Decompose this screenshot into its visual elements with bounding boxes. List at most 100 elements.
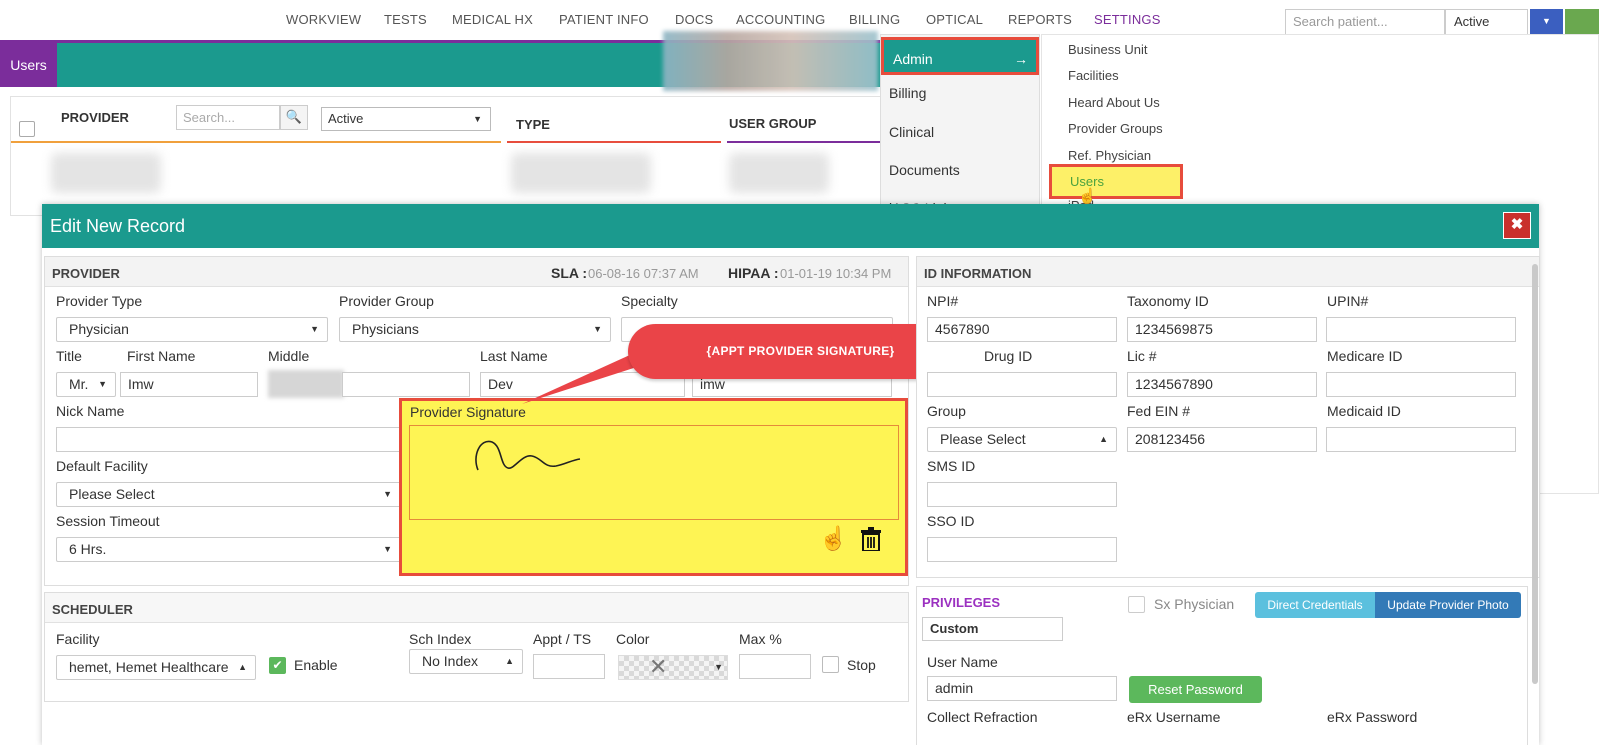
nav-settings[interactable]: SETTINGS [1094, 12, 1161, 27]
column-underline [11, 141, 501, 143]
nav-medical-hx[interactable]: MEDICAL HX [452, 12, 533, 27]
chevron-down-icon: ▼ [593, 324, 602, 334]
nav-optical[interactable]: OPTICAL [926, 12, 983, 27]
menu-item-documents[interactable]: Documents [889, 162, 960, 178]
type-column-header[interactable]: TYPE [516, 117, 550, 132]
nav-patient-info[interactable]: PATIENT INFO [559, 12, 649, 27]
provider-search-input[interactable]: Search... [176, 105, 280, 130]
sch-index-label: Sch Index [409, 631, 472, 647]
submenu-heard-about-us[interactable]: Heard About Us [1068, 95, 1160, 110]
middle-field[interactable] [342, 372, 470, 397]
enable-checkbox[interactable]: ✔ [269, 657, 286, 674]
medicare-field[interactable] [1326, 372, 1516, 397]
first-name-field[interactable]: Imw [120, 372, 258, 397]
nav-accounting[interactable]: ACCOUNTING [736, 12, 825, 27]
chevron-down-icon: ▼ [383, 489, 392, 499]
menu-item-admin[interactable]: Admin → [881, 37, 1039, 75]
trash-icon[interactable] [860, 527, 882, 552]
modal-scrollbar[interactable] [1532, 264, 1538, 684]
patient-status-select[interactable]: Active [1445, 9, 1528, 35]
sch-index-select[interactable]: No Index ▲ [409, 649, 523, 674]
taxonomy-field[interactable]: 1234569875 [1127, 317, 1317, 342]
submenu-ref-physician[interactable]: Ref. Physician [1068, 148, 1151, 163]
sso-id-field[interactable] [927, 537, 1117, 562]
group-select[interactable]: Please Select ▲ [927, 427, 1117, 452]
provider-status-value: Active [328, 111, 364, 126]
middle-label: Middle [268, 348, 310, 364]
group-label: Group [927, 403, 966, 419]
max-percent-field[interactable] [739, 654, 811, 679]
npi-field[interactable]: 4567890 [927, 317, 1117, 342]
default-facility-label: Default Facility [56, 458, 148, 474]
chevron-up-icon: ▲ [505, 656, 514, 666]
color-label: Color [616, 631, 650, 647]
medicaid-field[interactable] [1326, 427, 1516, 452]
stop-checkbox[interactable] [822, 656, 839, 673]
submenu-users[interactable]: Users [1049, 164, 1183, 199]
menu-item-clinical[interactable]: Clinical [889, 124, 934, 140]
title-select[interactable]: Mr. ▼ [56, 372, 116, 397]
direct-credentials-button[interactable]: Direct Credentials [1255, 592, 1375, 618]
nav-billing[interactable]: BILLING [849, 12, 900, 27]
session-timeout-value: 6 Hrs. [69, 541, 107, 557]
enable-label: Enable [294, 657, 338, 673]
submenu-facilities[interactable]: Facilities [1068, 68, 1119, 83]
update-provider-photo-button[interactable]: Update Provider Photo [1375, 592, 1521, 618]
blurred-cell [729, 153, 829, 193]
user-name-field[interactable]: admin [927, 676, 1117, 701]
sms-id-field[interactable] [927, 482, 1117, 507]
drug-id-field[interactable] [927, 372, 1117, 397]
provider-status-select[interactable]: Active ▼ [321, 107, 491, 131]
user-group-column-header[interactable]: USER GROUP [729, 116, 816, 131]
column-underline [507, 141, 721, 143]
arrow-right-icon: → [1014, 51, 1028, 67]
menu-item-billing[interactable]: Billing [889, 85, 926, 101]
stop-label: Stop [847, 657, 876, 673]
privilege-level-field[interactable]: Custom [922, 617, 1063, 641]
appt-ts-label: Appt / TS [533, 631, 592, 647]
facility-select[interactable]: hemet, Hemet Healthcare ▲ [56, 655, 256, 680]
select-all-checkbox[interactable] [19, 121, 35, 137]
search-icon[interactable]: 🔍 [280, 105, 308, 130]
provider-signature-box: Provider Signature ☝ [399, 398, 908, 576]
nav-tests[interactable]: TESTS [384, 12, 427, 27]
nav-docs[interactable]: DOCS [675, 12, 713, 27]
facility-label: Facility [56, 631, 100, 647]
sch-index-value: No Index [422, 653, 479, 669]
signature-pad[interactable] [409, 425, 899, 520]
default-facility-select[interactable]: Please Select ▼ [56, 482, 401, 507]
session-timeout-select[interactable]: 6 Hrs. ▼ [56, 537, 401, 562]
reset-password-button[interactable]: Reset Password [1129, 676, 1262, 703]
nick-name-field[interactable] [56, 427, 401, 452]
sx-physician-checkbox[interactable] [1128, 596, 1145, 613]
specialty-label: Specialty [621, 293, 678, 309]
close-button[interactable]: ✖ [1503, 212, 1531, 239]
nav-workview[interactable]: WORKVIEW [286, 12, 361, 27]
provider-column-header[interactable]: PROVIDER [61, 110, 129, 125]
sign-hand-icon[interactable]: ☝ [819, 525, 848, 552]
search-go-button[interactable] [1565, 9, 1599, 35]
users-table: PROVIDER Search... 🔍 Active ▼ TYPE USER … [10, 96, 890, 216]
upin-field[interactable] [1326, 317, 1516, 342]
sla-value: 06-08-16 07:37 AM [588, 266, 699, 281]
search-patient-input[interactable]: Search patient... [1285, 9, 1445, 35]
color-picker[interactable]: ✕ ▼ [618, 655, 728, 680]
appt-ts-field[interactable] [533, 654, 605, 679]
submenu-business-unit[interactable]: Business Unit [1068, 42, 1147, 57]
lic-field[interactable]: 1234567890 [1127, 372, 1317, 397]
modal-header: Edit New Record ✖ [42, 204, 1539, 248]
users-tab[interactable]: Users [0, 43, 57, 87]
provider-group-select[interactable]: Physicians ▼ [339, 317, 611, 342]
provider-type-select[interactable]: Physician ▼ [56, 317, 328, 342]
taxonomy-label: Taxonomy ID [1127, 293, 1209, 309]
chevron-down-icon[interactable]: ▼ [1530, 9, 1563, 35]
fed-ein-field[interactable]: 208123456 [1127, 427, 1317, 452]
signature-stroke [475, 440, 581, 471]
collect-refraction-label: Collect Refraction [927, 709, 1038, 725]
provider-type-value: Physician [69, 321, 129, 337]
sms-id-label: SMS ID [927, 458, 976, 474]
nav-reports[interactable]: REPORTS [1008, 12, 1072, 27]
default-facility-value: Please Select [69, 486, 155, 502]
provider-group-value: Physicians [352, 321, 419, 337]
submenu-provider-groups[interactable]: Provider Groups [1068, 121, 1163, 136]
